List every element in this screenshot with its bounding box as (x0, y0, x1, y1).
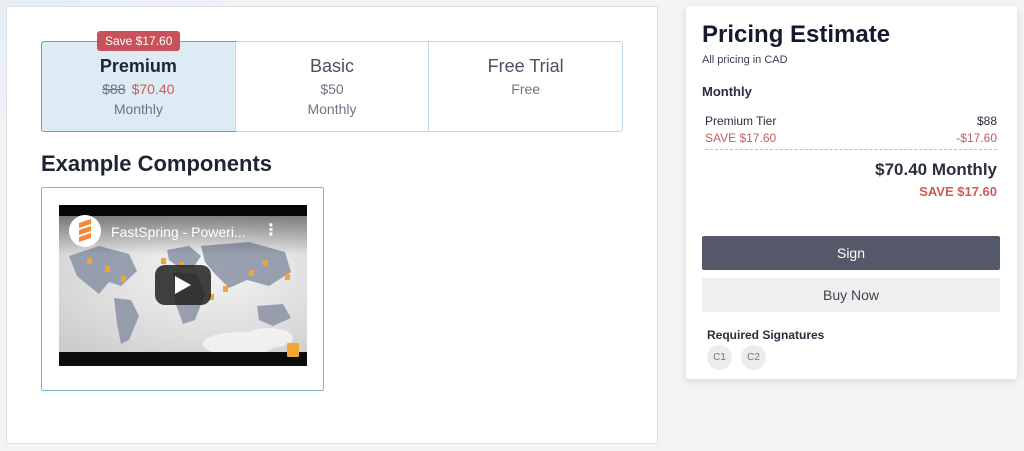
save-badge: Save $17.60 (97, 31, 181, 51)
fastspring-logo-icon[interactable] (69, 215, 101, 247)
total-savings: SAVE $17.60 (919, 184, 997, 199)
tier-option-premium[interactable]: Save $17.60 Premium $88 $70.40 Monthly (41, 31, 236, 132)
tier-period: Monthly (307, 101, 357, 117)
kebab-icon[interactable]: ⋮ (263, 223, 279, 239)
video-player[interactable]: FastSpring - Poweri... ⋮ (59, 205, 307, 366)
tier-price: $88 $70.40 (42, 81, 235, 99)
tier-name: Premium (99, 56, 177, 76)
line-item-row: Premium Tier $88 (705, 114, 997, 128)
tier-name: Basic (310, 56, 355, 76)
discounted-price: $70.40 (131, 81, 175, 97)
pricing-tier-selector: Save $17.60 Premium $88 $70.40 Monthly Ba… (41, 31, 623, 132)
tier-name: Free Trial (487, 56, 564, 76)
currency-note: All pricing in CAD (702, 54, 788, 66)
line-item-amount: $88 (976, 114, 997, 128)
product-panel: Save $17.60 Premium $88 $70.40 Monthly Ba… (6, 6, 658, 444)
required-signatures-label: Required Signatures (707, 328, 825, 342)
discount-label: SAVE $17.60 (705, 131, 777, 145)
play-icon[interactable] (155, 265, 211, 305)
discount-amount: -$17.60 (956, 131, 997, 145)
tier-option-free-trial[interactable]: Free Trial Free (428, 42, 622, 131)
buy-now-button[interactable]: Buy Now (702, 278, 1000, 312)
tier-price: Free (511, 81, 541, 97)
original-price: $88 (102, 81, 126, 97)
panel-title: Pricing Estimate (702, 21, 891, 48)
watermark-icon (287, 343, 299, 357)
billing-period: Monthly (702, 84, 752, 99)
tier-price: $50 (320, 81, 344, 97)
discount-row: SAVE $17.60 -$17.60 (705, 131, 997, 145)
pricing-estimate-panel: Pricing Estimate All pricing in CAD Mont… (686, 6, 1017, 379)
video-component: FastSpring - Poweri... ⋮ (41, 187, 324, 391)
divider (705, 149, 997, 150)
video-title[interactable]: FastSpring - Poweri... (111, 224, 246, 240)
signature-avatar[interactable]: C1 (707, 345, 732, 370)
total-price: $70.40 Monthly (875, 160, 997, 179)
section-heading: Example Components (41, 151, 273, 176)
signature-avatar[interactable]: C2 (741, 345, 766, 370)
line-item-label: Premium Tier (705, 114, 777, 128)
tier-option-basic[interactable]: Basic $50 Monthly (234, 42, 429, 131)
tier-period: Monthly (113, 101, 163, 117)
sign-button[interactable]: Sign (702, 236, 1000, 270)
